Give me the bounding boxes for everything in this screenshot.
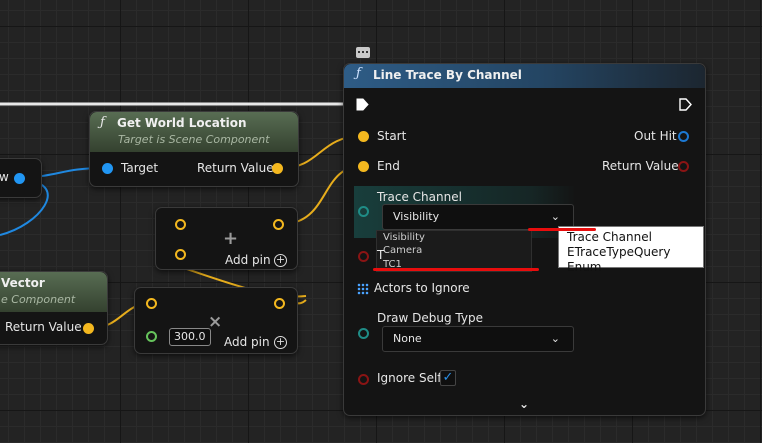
grid-array-icon[interactable] bbox=[357, 283, 369, 295]
add-input-b-pin[interactable] bbox=[175, 249, 186, 260]
return-value-label: Return Value bbox=[197, 161, 274, 175]
node-title: Line Trace By Channel bbox=[373, 68, 522, 82]
ignore-self-label: Ignore Self bbox=[377, 371, 442, 385]
tooltip-type: ETraceTypeQuery Enum bbox=[567, 245, 671, 274]
get-world-location-node[interactable]: ƒ Get World Location Target is Scene Com… bbox=[89, 111, 299, 187]
exec-output-pin[interactable] bbox=[679, 98, 692, 111]
add-input-a-pin[interactable] bbox=[175, 219, 186, 230]
end-input-pin[interactable] bbox=[358, 161, 369, 172]
annotation-underline-tooltip bbox=[528, 228, 596, 231]
multiplier-input[interactable]: 300.0 bbox=[169, 328, 211, 346]
option-camera[interactable]: Camera bbox=[383, 245, 422, 256]
add-pin-label[interactable]: Add pin bbox=[225, 253, 271, 267]
multiply-input-b-pin[interactable] bbox=[146, 331, 157, 342]
return-value-output-pin[interactable] bbox=[678, 161, 689, 172]
expand-chevron-icon[interactable]: ⌄ bbox=[519, 397, 529, 411]
trace-channel-options-popup: Visibility Camera TC1 bbox=[376, 230, 532, 272]
add-pin-label[interactable]: Add pin bbox=[224, 335, 270, 349]
vector-node[interactable]: Vector e Component Return Value bbox=[0, 271, 108, 345]
chevron-down-icon: ⌄ bbox=[550, 332, 560, 345]
function-icon: ƒ bbox=[356, 66, 361, 81]
return-value-label: Return Value bbox=[5, 320, 82, 334]
option-visibility[interactable]: Visibility bbox=[383, 232, 425, 243]
add-node[interactable]: + Add pin + bbox=[155, 207, 298, 270]
actors-to-ignore-label: Actors to Ignore bbox=[374, 281, 470, 295]
trace-channel-tooltip: Trace Channel ETraceTypeQuery Enum bbox=[558, 226, 704, 274]
check-icon: ✓ bbox=[442, 370, 454, 385]
multiply-input-a-pin[interactable] bbox=[146, 298, 157, 309]
w-label: w bbox=[0, 170, 9, 184]
trace-complex-input-pin[interactable] bbox=[358, 251, 369, 262]
w-node[interactable]: w bbox=[0, 158, 42, 198]
start-label: Start bbox=[377, 129, 407, 143]
tooltip-title: Trace Channel bbox=[567, 230, 652, 244]
draw-debug-type-label: Draw Debug Type bbox=[377, 311, 483, 325]
target-label: Target bbox=[121, 161, 159, 175]
add-icon: + bbox=[223, 228, 239, 249]
comment-bubble-icon[interactable] bbox=[356, 47, 370, 58]
multiply-icon: × bbox=[208, 312, 223, 332]
end-label: End bbox=[377, 159, 400, 173]
exec-input-pin[interactable] bbox=[356, 98, 369, 111]
node-subtitle: e Component bbox=[1, 293, 76, 306]
out-hit-output-pin[interactable] bbox=[678, 131, 689, 142]
add-pin-icon[interactable]: + bbox=[274, 336, 287, 349]
add-pin-icon[interactable]: + bbox=[274, 254, 287, 267]
trace-channel-input-pin[interactable] bbox=[358, 206, 369, 217]
node-title: Vector bbox=[1, 276, 45, 290]
trace-channel-label: Trace Channel bbox=[377, 190, 462, 204]
return-value-label: Return Value bbox=[602, 159, 679, 173]
trace-complex-label: T bbox=[377, 248, 385, 262]
trace-channel-value: Visibility bbox=[393, 210, 440, 223]
return-value-output-pin[interactable] bbox=[83, 323, 94, 334]
draw-debug-type-input-pin[interactable] bbox=[358, 328, 369, 339]
draw-debug-type-value: None bbox=[393, 332, 422, 345]
multiply-node[interactable]: 300.0 × Add pin + bbox=[134, 287, 298, 354]
start-input-pin[interactable] bbox=[358, 131, 369, 142]
node-title: Get World Location bbox=[117, 116, 247, 130]
trace-channel-dropdown[interactable]: Visibility ⌄ bbox=[382, 204, 574, 230]
ignore-self-checkbox[interactable]: ✓ bbox=[440, 370, 456, 386]
node-subtitle: Target is Scene Component bbox=[118, 133, 270, 146]
annotation-underline-options bbox=[373, 268, 539, 271]
out-hit-label: Out Hit bbox=[634, 129, 677, 143]
return-value-output-pin[interactable] bbox=[272, 163, 283, 174]
multiply-output-pin[interactable] bbox=[274, 298, 285, 309]
w-output-pin[interactable] bbox=[14, 173, 25, 184]
draw-debug-type-dropdown[interactable]: None ⌄ bbox=[382, 326, 574, 352]
function-icon: ƒ bbox=[100, 115, 105, 130]
ignore-self-input-pin[interactable] bbox=[358, 374, 369, 385]
add-output-pin[interactable] bbox=[273, 219, 284, 230]
target-input-pin[interactable] bbox=[102, 163, 113, 174]
